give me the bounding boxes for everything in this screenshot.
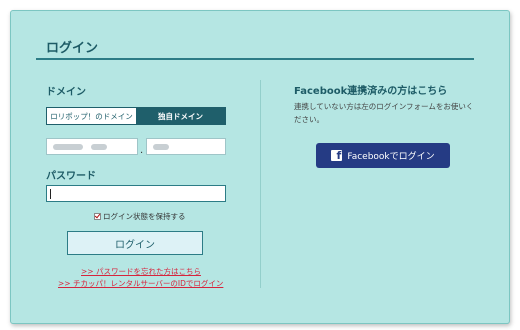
facebook-login-button[interactable]: f Facebookでログイン — [316, 143, 450, 168]
keep-login-label: ログイン状態を保持する — [103, 212, 186, 221]
domain-separator: . — [140, 145, 144, 156]
blurred-value — [53, 144, 83, 150]
toggle-lolipop-domain[interactable]: ロリポップ！のドメイン — [47, 108, 136, 124]
facebook-description: 連携していない方は左のログインフォームをお使いください。 — [294, 102, 474, 124]
facebook-login-label: Facebookでログイン — [347, 152, 435, 162]
toggle-own-domain[interactable]: 独自ドメイン — [136, 108, 225, 124]
facebook-title: Facebook連携済みの方はこちら — [294, 86, 448, 97]
domain-name-input[interactable] — [46, 138, 138, 155]
column-divider — [260, 80, 261, 288]
password-label: パスワード — [46, 171, 96, 182]
chicappa-login-link[interactable]: >> チカッパ！レンタルサーバーのIDでログイン — [58, 278, 223, 289]
keep-login-checkbox[interactable] — [94, 213, 101, 220]
forgot-password-link[interactable]: >> パスワードを忘れた方はこちら — [81, 266, 201, 277]
login-button[interactable]: ログイン — [67, 231, 203, 255]
password-input[interactable] — [46, 185, 226, 202]
keep-login[interactable]: ログイン状態を保持する — [94, 211, 186, 222]
page-title: ログイン — [46, 41, 99, 56]
domain-tld-input[interactable] — [146, 138, 226, 155]
blurred-value — [91, 144, 107, 150]
facebook-icon: f — [331, 150, 343, 161]
blurred-value — [153, 144, 169, 150]
title-divider — [36, 58, 474, 60]
domain-label: ドメイン — [46, 87, 86, 98]
domain-type-toggle: ロリポップ！のドメイン 独自ドメイン — [46, 107, 226, 125]
text-caret — [50, 189, 51, 199]
